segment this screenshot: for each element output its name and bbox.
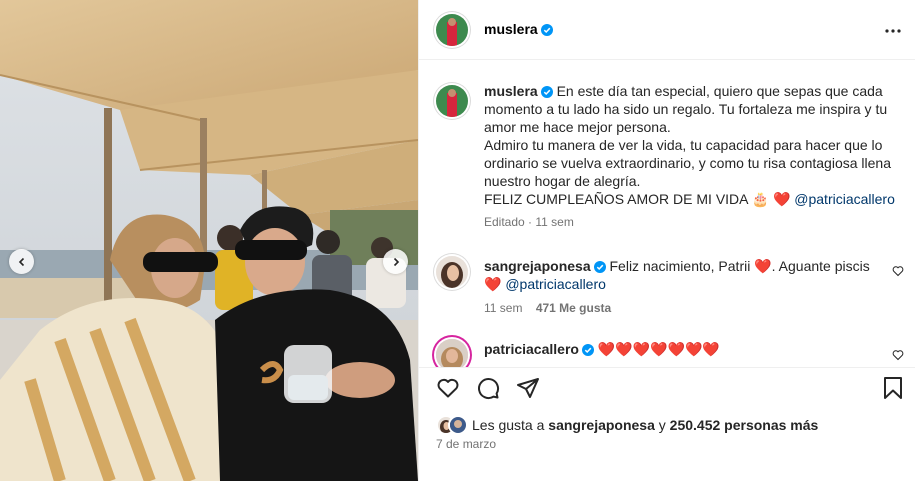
comment-mention[interactable]: @patriciacallero [505, 276, 606, 292]
comment-likes[interactable]: 471 Me gusta [536, 301, 611, 315]
avatar-image [436, 339, 468, 367]
avatar[interactable] [436, 85, 468, 117]
photo-image [0, 0, 418, 481]
heart-emoji: ❤️ [772, 191, 791, 207]
avatar[interactable] [436, 256, 468, 288]
caption-text-3: FELIZ CUMPLEAÑOS AMOR DE MI VIDA [484, 191, 748, 207]
comments-section[interactable]: muslera En este día tan especial, quiero… [419, 61, 915, 367]
like-comment-icon[interactable] [892, 349, 904, 361]
username-link[interactable]: muslera [484, 21, 538, 37]
heart-emoji: ❤️ [754, 258, 772, 274]
avatar-image [436, 14, 468, 46]
comment-text: Feliz nacimiento, Patrii [609, 258, 751, 274]
verified-badge-icon [540, 86, 553, 98]
previous-photo-button[interactable] [9, 249, 34, 274]
comment-text-2: . Aguante piscis [771, 258, 870, 274]
likes-summary[interactable]: Les gusta a sangrejaponesa y 250.452 per… [436, 415, 818, 435]
likes-user[interactable]: sangrejaponesa [548, 417, 655, 433]
likes-connector: y [658, 417, 666, 433]
avatar[interactable] [436, 339, 468, 367]
avatar-image [436, 85, 468, 117]
bookmark-icon[interactable] [883, 376, 903, 400]
caption-mention[interactable]: @patriciacallero [794, 191, 895, 207]
comment-icon[interactable] [476, 376, 500, 400]
heart-icon[interactable] [436, 376, 460, 400]
heart-emoji: ❤️ [484, 276, 502, 292]
caption-time[interactable]: 11 sem [535, 215, 573, 229]
verified-badge-icon [581, 344, 594, 356]
post-side-panel: muslera muslera En este día tan especial… [418, 0, 915, 481]
caption-text-2: Admiro tu manera de ver la vida, tu capa… [484, 137, 891, 189]
username-header[interactable]: muslera [484, 21, 553, 37]
post-header: muslera [419, 0, 915, 60]
post-caption: muslera En este día tan especial, quiero… [484, 82, 904, 231]
avatar-image [436, 256, 468, 288]
likes-others[interactable]: 250.452 personas más [670, 417, 819, 433]
more-options-icon[interactable] [884, 22, 902, 40]
post-date[interactable]: 7 de marzo [436, 437, 496, 451]
comment-username[interactable]: sangrejaponesa [484, 258, 591, 274]
share-icon[interactable] [516, 376, 540, 400]
edited-label: Editado [484, 215, 525, 229]
avatar-image [450, 417, 466, 433]
verified-badge-icon [593, 261, 606, 273]
chevron-left-icon [18, 257, 24, 266]
post-photo[interactable] [0, 0, 418, 481]
comment-username[interactable]: patriciacallero [484, 341, 579, 357]
post-actions: Les gusta a sangrejaponesa y 250.452 per… [419, 367, 915, 481]
caption-username[interactable]: muslera [484, 83, 538, 99]
next-photo-button[interactable] [383, 249, 408, 274]
likes-prefix: Les gusta a [472, 417, 545, 433]
comment-time[interactable]: 11 sem [484, 301, 522, 315]
avatar [448, 415, 468, 435]
like-comment-icon[interactable] [892, 265, 904, 277]
verified-badge-icon [540, 24, 553, 36]
chevron-right-icon [393, 257, 399, 266]
cake-emoji: 🎂 [751, 191, 770, 207]
avatar[interactable] [436, 14, 468, 46]
hearts-emoji: ❤️❤️❤️❤️❤️❤️❤️ [597, 341, 720, 357]
